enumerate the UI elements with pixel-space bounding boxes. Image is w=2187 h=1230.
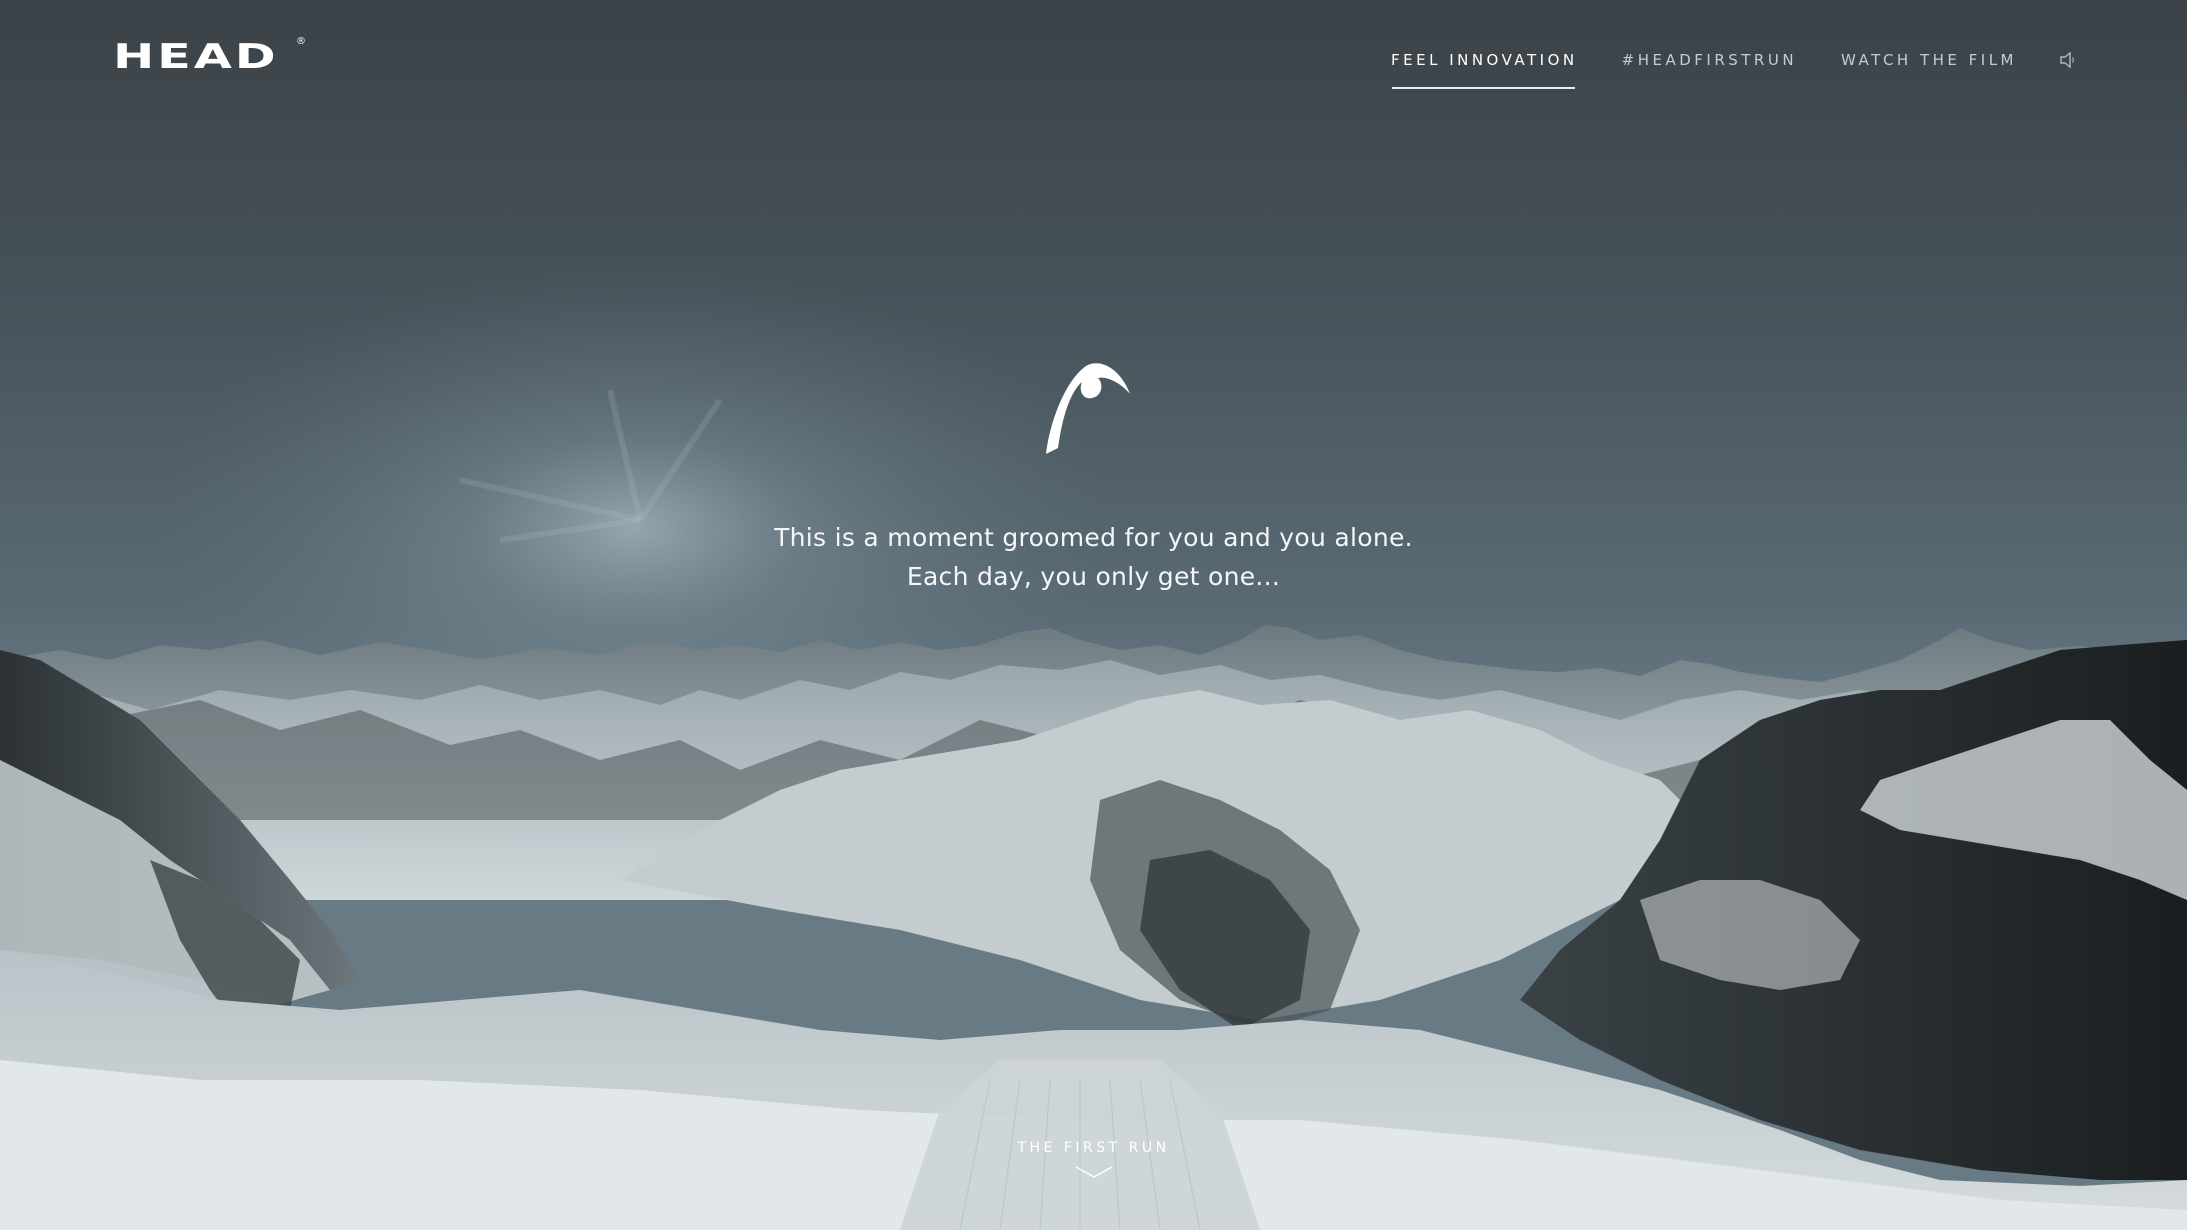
- nav-feel-innovation[interactable]: FEEL INNOVATION: [1391, 51, 1578, 89]
- speaker-icon[interactable]: [2059, 50, 2077, 70]
- nav-watch-the-film[interactable]: WATCH THE FILM: [1841, 51, 2017, 89]
- logo-text: HEAD: [113, 37, 279, 77]
- tagline-line-2: Each day, you only get one...: [906, 562, 1281, 591]
- chevron-down-icon: [1075, 1166, 1112, 1178]
- registered-mark: ®: [296, 36, 306, 47]
- head-logo-mark-icon: [1046, 363, 1130, 454]
- top-navigation: FEEL INNOVATION #HEADFIRSTRUN WATCH THE …: [1347, 50, 2077, 90]
- the-first-run-scroll-button[interactable]: THE FIRST RUN: [0, 1140, 2187, 1180]
- head-logo[interactable]: HEAD ®: [113, 36, 306, 74]
- hero-tagline: This is a moment groomed for you and you…: [0, 518, 2187, 596]
- page: HEAD ® FEEL INNOVATION #HEADFIRSTRUN WAT…: [0, 0, 2187, 1230]
- tagline-line-1: This is a moment groomed for you and you…: [774, 523, 1413, 552]
- nav-headfirstrun[interactable]: #HEADFIRSTRUN: [1622, 51, 1797, 89]
- mountain-background-image: [0, 0, 2187, 1230]
- first-run-label: THE FIRST RUN: [1017, 1140, 1170, 1156]
